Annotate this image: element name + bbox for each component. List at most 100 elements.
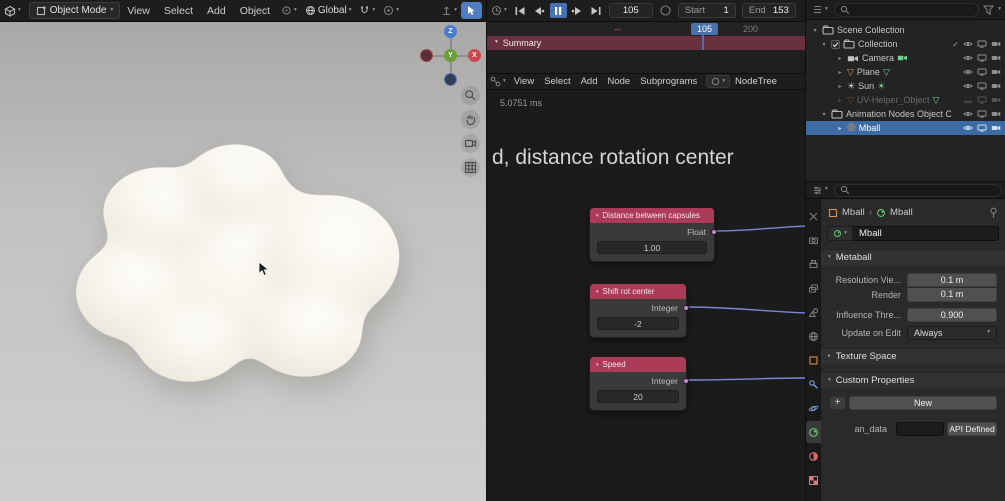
- outliner-row-animation-nodes-container[interactable]: ▾ Animation Nodes Object Con...: [806, 107, 1005, 121]
- tab-object-data[interactable]: [806, 421, 821, 443]
- transform-orientation-button[interactable]: Global ▾: [301, 0, 356, 21]
- gizmos-button[interactable]: ▾: [437, 0, 461, 21]
- expand-icon[interactable]: ▸: [836, 55, 844, 62]
- jump-to-end-button[interactable]: [588, 3, 605, 18]
- panel-header-metaball[interactable]: ▾ Metaball: [821, 249, 1005, 265]
- disable-viewports-icon[interactable]: [977, 82, 987, 90]
- outliner-row-camera[interactable]: ▸ Camera: [806, 51, 1005, 65]
- expand-icon[interactable]: ▾: [811, 27, 819, 34]
- expand-icon[interactable]: ▸: [836, 69, 844, 76]
- gizmo-axis-y[interactable]: Y: [444, 49, 457, 62]
- auto-keying-toggle[interactable]: [659, 4, 672, 17]
- add-property-button[interactable]: +: [829, 395, 846, 410]
- navigation-gizmo[interactable]: Z X Y: [419, 24, 483, 88]
- hide-viewport-icon[interactable]: [963, 82, 973, 90]
- expand-icon[interactable]: ▾: [820, 111, 828, 118]
- disable-viewports-icon[interactable]: [977, 68, 987, 76]
- metaball-object[interactable]: [0, 22, 486, 501]
- gizmo-axis-x[interactable]: X: [468, 49, 481, 62]
- camera-view-button[interactable]: [461, 134, 480, 153]
- influence-threshold-field[interactable]: 0.900: [907, 307, 997, 322]
- disable-render-icon[interactable]: [991, 54, 1001, 62]
- zoom-button[interactable]: [461, 86, 480, 105]
- tab-physics[interactable]: [806, 397, 821, 419]
- node-value-field[interactable]: 1.00: [597, 241, 707, 254]
- hide-viewport-icon[interactable]: [963, 40, 973, 48]
- breadcrumb-data[interactable]: Mball: [890, 207, 913, 218]
- output-socket[interactable]: [683, 305, 689, 311]
- node-editor-canvas[interactable]: 5.0751 ms d, distance rotation center ▾ …: [486, 90, 805, 501]
- tab-modifiers[interactable]: [806, 373, 821, 395]
- summary-expand-icon[interactable]: ▾: [495, 40, 498, 46]
- summary-channel[interactable]: ▾ Summary: [486, 36, 805, 50]
- previous-keyframe-button[interactable]: [531, 3, 548, 18]
- outliner-row-uv-helper-object[interactable]: ▸ ▽ UV-Helper_Object ▽: [806, 93, 1005, 107]
- filter-icon[interactable]: [983, 4, 995, 15]
- outliner-row-scene-collection[interactable]: ▾ Scene Collection: [806, 23, 1005, 37]
- hide-viewport-icon[interactable]: [963, 110, 973, 118]
- mode-dropdown[interactable]: Object Mode ▾: [28, 2, 121, 19]
- disable-render-icon[interactable]: [991, 124, 1001, 132]
- gizmo-axis-neg-x[interactable]: [420, 49, 433, 62]
- disable-render-icon[interactable]: [991, 110, 1001, 118]
- end-frame-field[interactable]: End 153: [741, 3, 796, 18]
- timeline-editor-type-button[interactable]: ▾: [487, 0, 511, 21]
- menu-object[interactable]: Object: [233, 5, 277, 17]
- node-value-field[interactable]: -2: [597, 317, 679, 330]
- properties-editor-type-button[interactable]: ▾: [810, 182, 830, 198]
- node-shift-rot-center[interactable]: ▾ Shift rot center Integer -2: [589, 283, 689, 338]
- disable-render-icon[interactable]: [991, 68, 1001, 76]
- disable-render-icon[interactable]: [991, 40, 1001, 48]
- disable-viewports-icon[interactable]: [977, 96, 987, 104]
- update-on-edit-dropdown[interactable]: Always ▾: [907, 325, 997, 340]
- viewport-editor-type-button[interactable]: ▾: [0, 0, 25, 21]
- panel-header-custom-properties[interactable]: ▾ Custom Properties: [821, 372, 1005, 388]
- active-tool-toggle[interactable]: [461, 2, 482, 19]
- outliner-row-sun[interactable]: ▸ ☀ Sun ☀: [806, 79, 1005, 93]
- expand-icon[interactable]: ▸: [836, 83, 844, 90]
- outliner-row-collection[interactable]: ▾ Collection ✓: [806, 37, 1005, 51]
- gizmo-axis-z[interactable]: Z: [444, 25, 457, 38]
- api-defined-button[interactable]: API Defined: [947, 421, 997, 436]
- new-property-button[interactable]: New: [849, 395, 997, 410]
- selectable-check-icon[interactable]: ✓: [952, 40, 959, 49]
- tab-object[interactable]: [806, 349, 821, 371]
- collapse-icon[interactable]: ▾: [596, 362, 599, 368]
- outliner-row-mball[interactable]: ▸ ◎ Mball: [806, 121, 1005, 135]
- pause-button[interactable]: [549, 3, 567, 18]
- node-header[interactable]: ▾ Distance between capsules: [590, 208, 714, 223]
- menu-view[interactable]: View: [120, 5, 157, 17]
- tab-view-layer[interactable]: [806, 277, 821, 299]
- hide-viewport-icon[interactable]: [963, 68, 973, 76]
- pan-button[interactable]: [461, 110, 480, 129]
- tab-tool[interactable]: [806, 205, 821, 227]
- node-header[interactable]: ▾ Shift rot center: [590, 284, 686, 299]
- nodetree-name[interactable]: NodeTree: [735, 76, 777, 87]
- exclude-checkbox[interactable]: [831, 39, 840, 49]
- collapse-icon[interactable]: ▾: [596, 289, 599, 295]
- hide-viewport-icon[interactable]: [963, 124, 973, 132]
- datablock-name-field[interactable]: Mball: [853, 226, 999, 241]
- jump-to-start-button[interactable]: [512, 3, 529, 18]
- collapse-icon[interactable]: ▾: [596, 213, 599, 219]
- current-frame-chip[interactable]: 105: [691, 23, 718, 35]
- custom-property-value-field[interactable]: [896, 421, 944, 436]
- node-menu-node[interactable]: Node: [603, 76, 636, 87]
- node-distance-between-capsules[interactable]: ▾ Distance between capsules Float 1.00: [589, 207, 717, 262]
- timeline-ruler[interactable]: ↔ 105 200: [486, 22, 805, 36]
- outliner-search-input[interactable]: [833, 2, 980, 17]
- outliner-editor-type-button[interactable]: ▾: [810, 0, 830, 19]
- metaball-browse-button[interactable]: ▾: [827, 226, 853, 241]
- tab-scene[interactable]: [806, 301, 821, 323]
- nodetree-browse-button[interactable]: ▾: [706, 75, 731, 88]
- proportional-editing-button[interactable]: ▾: [379, 0, 403, 21]
- tab-render[interactable]: [806, 229, 821, 251]
- disable-viewports-icon[interactable]: [977, 54, 987, 62]
- node-value-field[interactable]: 20: [597, 390, 679, 403]
- node-menu-select[interactable]: Select: [539, 76, 575, 87]
- pivot-point-button[interactable]: ▾: [277, 0, 301, 21]
- node-menu-add[interactable]: Add: [576, 76, 603, 87]
- disable-render-icon[interactable]: [991, 82, 1001, 90]
- disable-render-icon[interactable]: [991, 96, 1001, 104]
- resolution-viewport-field[interactable]: 0.1 m: [907, 272, 997, 287]
